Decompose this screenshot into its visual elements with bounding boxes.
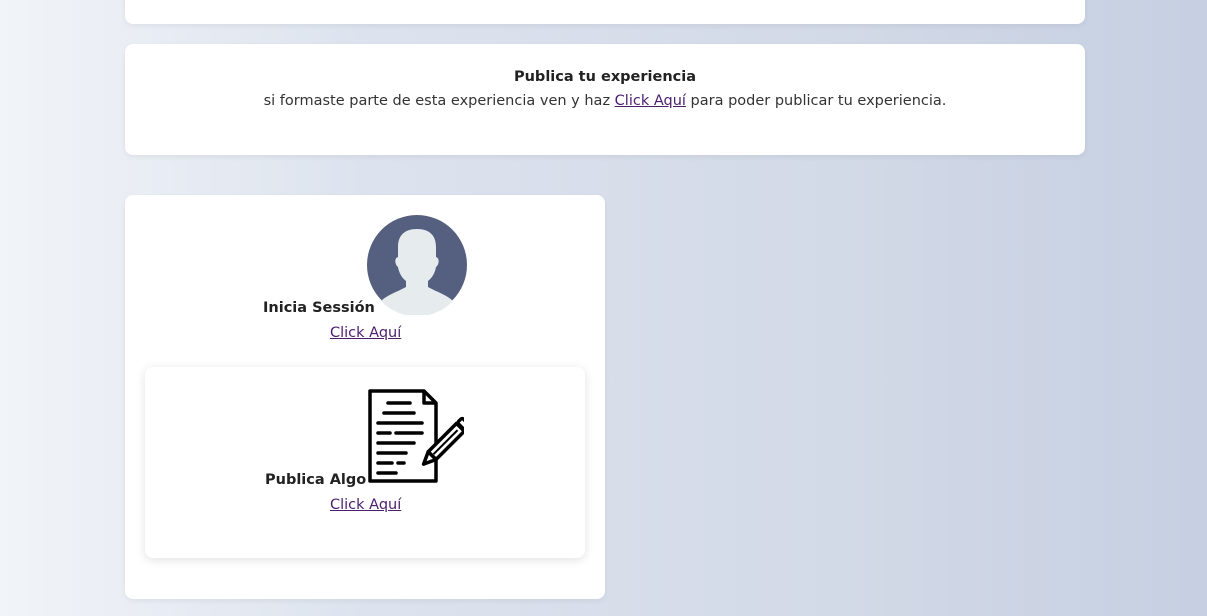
login-label: Inicia Sessión xyxy=(263,300,375,316)
publish-experience-title: Publica tu experiencia xyxy=(513,69,697,85)
publish-text-before: si formaste parte de esta experiencia ve… xyxy=(263,93,615,109)
document-pencil-icon xyxy=(368,389,464,483)
publish-experience-text: si formaste parte de esta experiencia ve… xyxy=(125,93,1085,109)
login-link[interactable]: Click Aquí xyxy=(330,325,401,341)
publish-experience-card: Publica tu experiencia si formaste parte… xyxy=(125,44,1085,155)
sidebar-card: Inicia Sessión Click Aquí Publica Algo C… xyxy=(125,195,605,599)
previous-card xyxy=(125,0,1085,24)
post-label: Publica Algo xyxy=(265,472,367,488)
post-card: Publica Algo Click Aquí xyxy=(145,367,585,558)
post-link[interactable]: Click Aquí xyxy=(330,497,401,513)
publish-text-after: para poder publicar tu experiencia. xyxy=(685,93,947,109)
publish-experience-link[interactable]: Click Aquí xyxy=(615,93,686,109)
user-avatar-icon xyxy=(367,215,467,315)
